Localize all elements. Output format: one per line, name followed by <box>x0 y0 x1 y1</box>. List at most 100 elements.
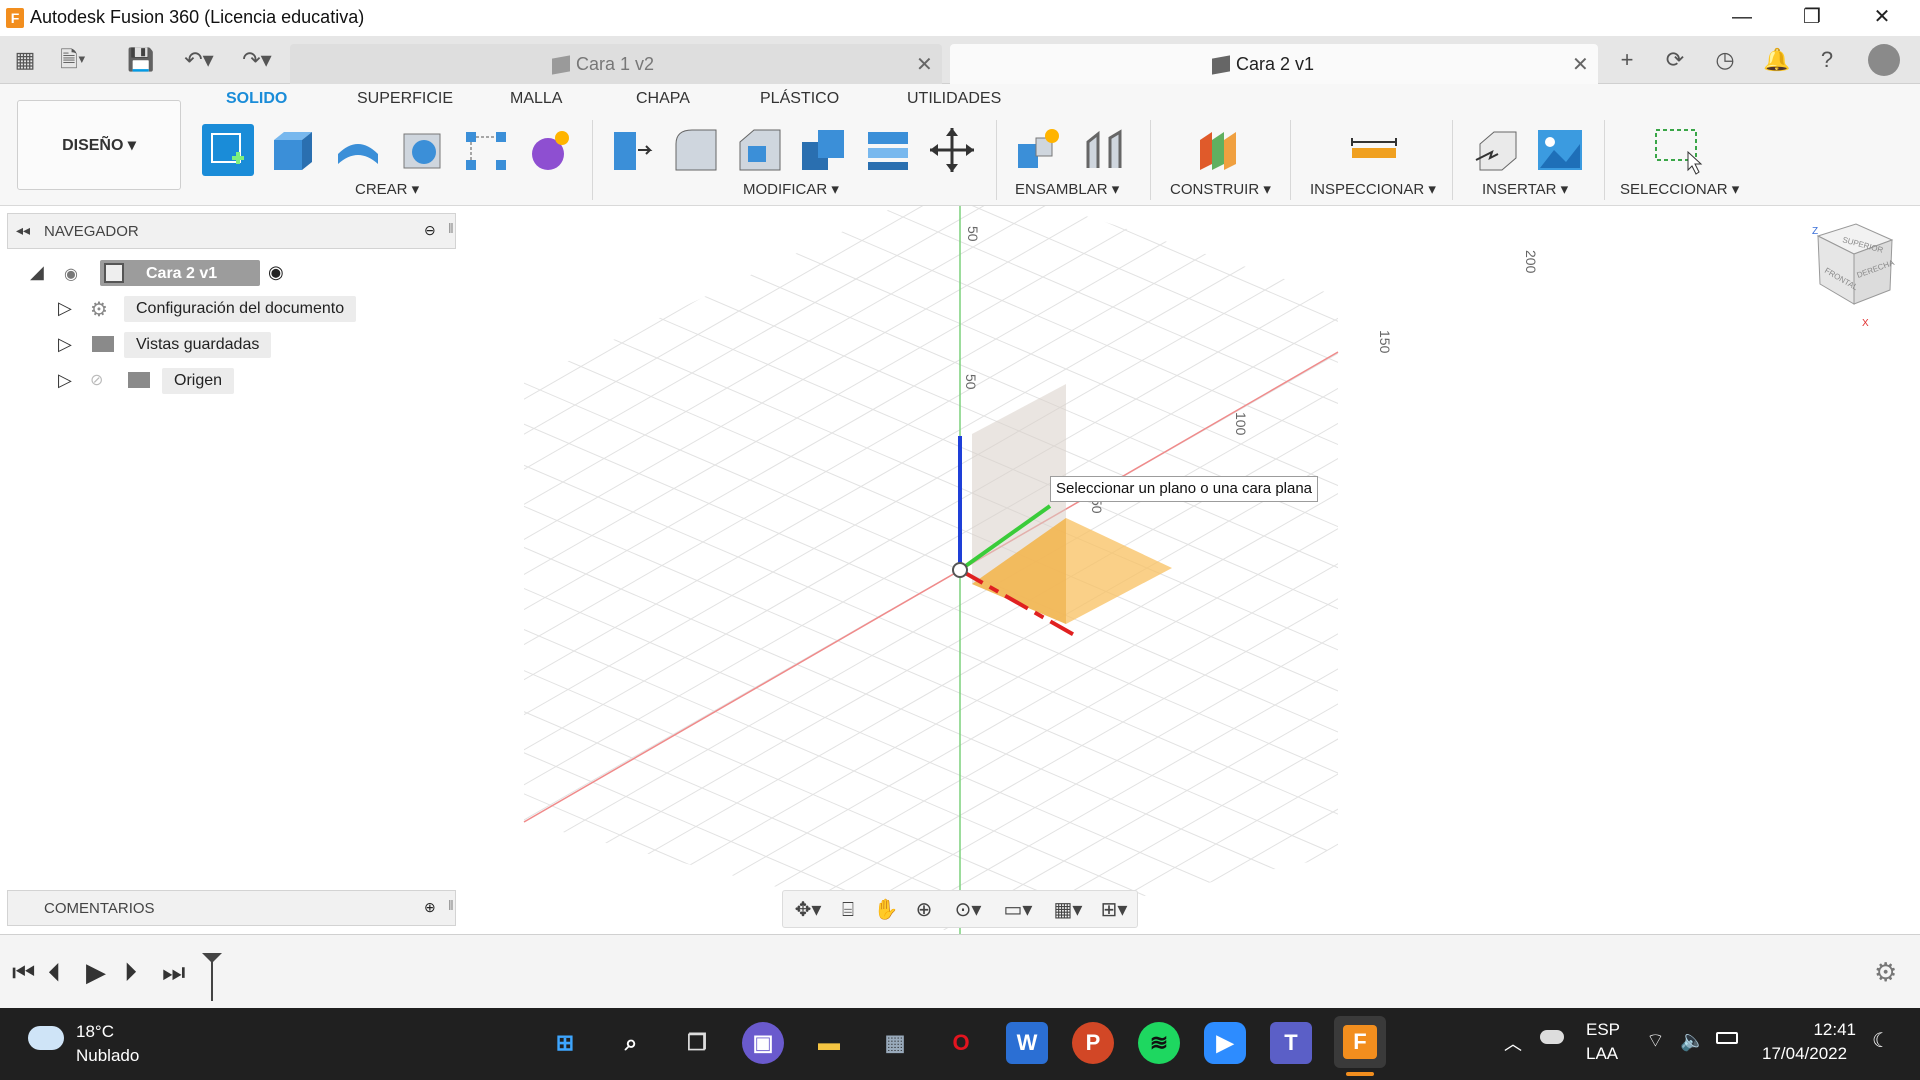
step-back-icon[interactable]: ⏴ <box>48 957 61 989</box>
workspace-switcher[interactable]: DISEÑO ▾ <box>17 100 181 190</box>
task-view-icon[interactable]: ❐ <box>676 1022 718 1064</box>
extensions-icon[interactable]: ⟳ <box>1660 46 1690 74</box>
clock-date[interactable]: 17/04/2022 <box>1762 1044 1847 1064</box>
expand-arrow-icon[interactable]: ▷ <box>58 298 72 318</box>
search-icon[interactable]: ⌕ <box>610 1022 652 1064</box>
group-seleccionar[interactable]: SELECCIONAR ▾ <box>1620 180 1739 198</box>
form-icon[interactable] <box>524 124 576 176</box>
cloud-weather-icon[interactable] <box>28 1026 64 1050</box>
pan-hand-icon[interactable]: ✋ <box>871 897 901 923</box>
measure-icon[interactable] <box>1348 124 1400 176</box>
select-window-icon[interactable] <box>1652 124 1704 176</box>
avatar[interactable] <box>1868 44 1900 76</box>
activate-radio-icon[interactable]: ◉ <box>268 262 284 283</box>
press-pull-icon[interactable] <box>606 124 658 176</box>
minimize-button[interactable]: — <box>1712 0 1772 36</box>
zoom-icon[interactable]: ⊕ <box>909 897 939 923</box>
offset-face-icon[interactable] <box>862 124 914 176</box>
timeline-settings-gear-icon[interactable]: ⚙ <box>1874 957 1897 988</box>
add-comment-icon[interactable]: ⊕ <box>424 899 436 916</box>
powerpoint-icon[interactable]: P <box>1072 1022 1114 1064</box>
expand-triangle-icon[interactable]: ◢ <box>30 262 44 282</box>
tab-utilidades[interactable]: UTILIDADES <box>907 90 1001 108</box>
opera-browser-icon[interactable]: O <box>940 1022 982 1064</box>
move-icon[interactable] <box>926 124 978 176</box>
save-icon[interactable]: 💾 <box>126 46 156 74</box>
tab-solido[interactable]: SOLIDO <box>226 90 287 108</box>
minimize-panel-icon[interactable]: ⊖ <box>424 222 436 239</box>
panel-resize-handle[interactable]: ‖ <box>448 220 454 236</box>
group-ensamblar[interactable]: ENSAMBLAR ▾ <box>1015 180 1119 198</box>
group-construir[interactable]: CONSTRUIR ▾ <box>1170 180 1271 198</box>
tab-chapa[interactable]: CHAPA <box>636 90 690 108</box>
help-icon[interactable]: ? <box>1812 46 1842 74</box>
new-component-icon[interactable] <box>1012 124 1064 176</box>
navigator-panel-header[interactable]: ◂◂ NAVEGADOR ⊖ ‖ <box>7 213 456 249</box>
orbit-icon[interactable]: ✥▾ <box>787 897 829 923</box>
expand-arrow-icon[interactable]: ▷ <box>58 334 72 354</box>
play-icon[interactable]: ▶ <box>86 957 106 988</box>
shell-icon[interactable] <box>396 124 448 176</box>
chamfer-icon[interactable] <box>734 124 786 176</box>
hidden-eye-icon[interactable]: ⊘ <box>90 370 103 390</box>
language-indicator[interactable]: ESP <box>1586 1020 1620 1040</box>
browser-item-saved-views[interactable]: ▷ Vistas guardadas <box>58 332 272 358</box>
word-icon[interactable]: W <box>1006 1022 1048 1064</box>
calculator-icon[interactable]: ▦ <box>874 1022 916 1064</box>
browser-item-origin[interactable]: ▷ ⊘ Origen <box>58 368 235 394</box>
browser-root-node[interactable]: ◢ ◉ Cara 2 v1 ◉ <box>30 260 284 286</box>
revolve-icon[interactable] <box>332 124 384 176</box>
wifi-icon[interactable]: ⌔ <box>1646 1028 1665 1053</box>
fillet-icon[interactable] <box>670 124 722 176</box>
new-tab-icon[interactable]: + <box>1612 46 1642 74</box>
collapse-panel-icon[interactable]: ◂◂ <box>16 222 30 239</box>
undo-icon[interactable]: ↶▾ <box>176 46 222 74</box>
browser-item-document-settings[interactable]: ▷ ⚙ Configuración del documento <box>58 296 357 322</box>
volume-icon[interactable]: 🔈 <box>1680 1028 1705 1053</box>
panel-resize-handle[interactable]: ‖ <box>448 897 454 913</box>
chat-icon[interactable]: ▣ <box>742 1022 784 1064</box>
file-explorer-icon[interactable]: ▬ <box>808 1022 850 1064</box>
close-tab-icon[interactable]: ✕ <box>1572 52 1589 77</box>
tab-cara-1[interactable]: Cara 1 v2 ✕ <box>290 44 942 84</box>
group-inspeccionar[interactable]: INSPECCIONAR ▾ <box>1310 180 1436 198</box>
look-at-icon[interactable]: ⌸ <box>833 897 863 923</box>
go-to-end-icon[interactable]: ⏭ <box>162 957 185 989</box>
rectangular-pattern-icon[interactable] <box>460 124 512 176</box>
battery-icon[interactable] <box>1716 1032 1738 1044</box>
grid-snap-icon[interactable]: ▦▾ <box>1047 897 1089 923</box>
joint-icon[interactable] <box>1078 124 1130 176</box>
visibility-eye-icon[interactable]: ◉ <box>64 264 78 284</box>
create-sketch-icon[interactable] <box>202 124 254 176</box>
expand-arrow-icon[interactable]: ▷ <box>58 370 72 390</box>
apps-grid-icon[interactable]: ▦ <box>10 46 40 74</box>
extrude-icon[interactable] <box>268 124 320 176</box>
job-status-icon[interactable]: ◷ <box>1710 46 1740 74</box>
zoom-app-icon[interactable]: ▶ <box>1204 1022 1246 1064</box>
viewcube[interactable]: SUPERIOR FRONTAL DERECHA Z X <box>1812 223 1896 329</box>
display-settings-icon[interactable]: ▭▾ <box>997 897 1039 923</box>
tab-malla[interactable]: MALLA <box>510 90 562 108</box>
redo-icon[interactable]: ↷▾ <box>234 46 280 74</box>
show-hidden-icons-icon[interactable]: ︿ <box>1504 1030 1522 1056</box>
origin-point[interactable] <box>952 562 968 578</box>
step-forward-icon[interactable]: ⏵ <box>124 957 137 989</box>
tab-superficie[interactable]: SUPERFICIE <box>357 90 453 108</box>
spotify-icon[interactable]: ≋ <box>1138 1022 1180 1064</box>
group-insertar[interactable]: INSERTAR ▾ <box>1482 180 1568 198</box>
insert-derive-icon[interactable] <box>1470 124 1522 176</box>
onedrive-icon[interactable] <box>1540 1030 1564 1044</box>
teams-icon[interactable]: T <box>1270 1022 1312 1064</box>
comments-panel-header[interactable]: COMENTARIOS ⊕ ‖ <box>7 890 456 926</box>
close-tab-icon[interactable]: ✕ <box>916 52 933 77</box>
insert-canvas-icon[interactable] <box>1534 124 1586 176</box>
close-button[interactable]: ✕ <box>1852 0 1912 36</box>
tab-cara-2[interactable]: Cara 2 v1 ✕ <box>950 44 1598 84</box>
group-modificar[interactable]: MODIFICAR ▾ <box>743 180 839 198</box>
clock-time[interactable]: 12:41 <box>1786 1020 1856 1040</box>
tab-plastico[interactable]: PLÁSTICO <box>760 90 839 108</box>
focus-assist-moon-icon[interactable]: ☾ <box>1872 1028 1890 1053</box>
file-menu-icon[interactable]: 🗎▾ <box>58 46 88 74</box>
fusion-taskbar-icon[interactable]: F <box>1334 1016 1386 1068</box>
offset-plane-icon[interactable] <box>1194 124 1246 176</box>
